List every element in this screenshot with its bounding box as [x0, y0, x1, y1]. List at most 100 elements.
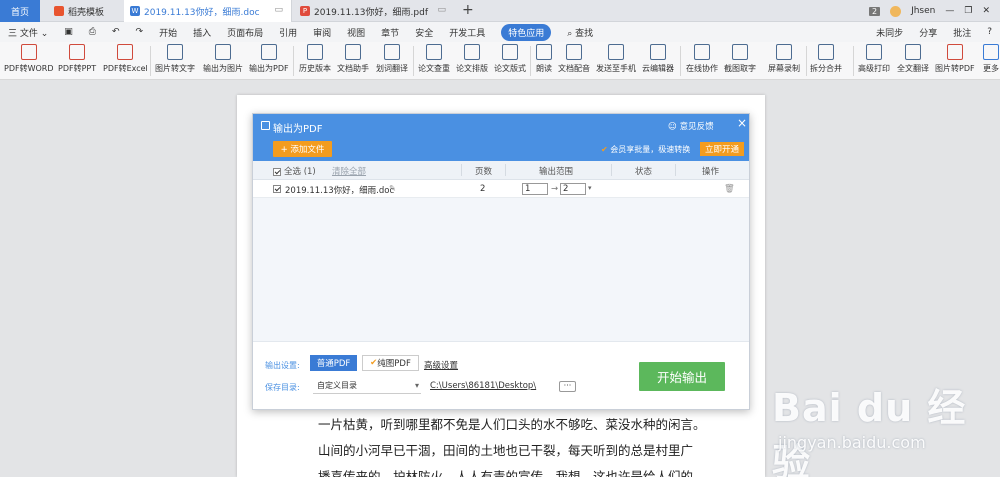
tab-home[interactable]: 首页	[0, 0, 40, 22]
file-table-header: 全选 (1) 清除全部 页数 输出范围 状态 操作	[253, 161, 749, 180]
minimize-icon[interactable]: —	[945, 6, 954, 16]
new-tab-button[interactable]: +	[462, 2, 474, 18]
export-pdf-button[interactable]: 输出为PDF	[249, 44, 289, 74]
menu-view[interactable]: 视图	[347, 26, 365, 39]
online-collab-button[interactable]: 在线协作	[686, 44, 718, 74]
image-to-text-button[interactable]: 图片转文字	[155, 44, 195, 74]
split-merge-button[interactable]: 拆分合并	[810, 44, 842, 74]
browse-button[interactable]: ···	[559, 381, 576, 392]
redo-icon[interactable]: ↷	[136, 27, 144, 37]
more-button[interactable]: 更多	[983, 44, 999, 74]
file-menu[interactable]: 三 文件 ⌄	[8, 26, 48, 39]
range-dropdown-icon[interactable]: ▾	[588, 184, 592, 192]
ribbon-divider	[853, 46, 854, 76]
read-aloud-button[interactable]: 朗读	[536, 44, 552, 74]
menu-layout[interactable]: 页面布局	[227, 26, 263, 39]
clear-all-link[interactable]: 清除全部	[332, 165, 366, 177]
doc-assistant-label: 文档助手	[337, 64, 369, 73]
doc-paragraph-line[interactable]: 一片枯黄，听到哪里都不免是人们口头的水不够吃、菜没水种的闲言。	[318, 414, 706, 433]
menu-reference[interactable]: 引用	[279, 26, 297, 39]
doc-assistant-button[interactable]: 文档助手	[337, 44, 369, 74]
range-from-input[interactable]: 1	[522, 183, 548, 195]
save-dir-label: 保存目录:	[265, 383, 300, 392]
avatar[interactable]	[890, 5, 902, 17]
online-collab-icon	[694, 44, 710, 60]
image-to-pdf-button[interactable]: 图片转PDF	[935, 44, 975, 74]
menu-chapter[interactable]: 章节	[381, 26, 399, 39]
tab-pdf-label: 2019.11.13你好，细雨.pdf	[314, 7, 428, 18]
paper-layout-button[interactable]: 论文排版	[456, 44, 488, 74]
save-dir-select[interactable]: 自定义目录 ▾	[313, 378, 421, 394]
menu-review[interactable]: 审阅	[313, 26, 331, 39]
word-translate-button[interactable]: 划词翻译	[376, 44, 408, 74]
send-to-phone-button[interactable]: 发送至手机	[596, 44, 636, 74]
doc-paragraph-line[interactable]: 播喜传来的，护林防火，人人有责的宣传。我想，这也许是给人们的	[318, 466, 693, 477]
help-icon[interactable]: ?	[987, 27, 992, 37]
cloud-editor-label: 云编辑器	[642, 64, 674, 73]
full-translate-button[interactable]: 全文翻译	[897, 44, 929, 74]
comment-button[interactable]: 批注	[953, 26, 971, 39]
screenshot-ocr-label: 截图取字	[724, 64, 756, 73]
save-icon[interactable]: ▣	[64, 27, 73, 37]
pdf-to-word-button[interactable]: PDF转WORD	[4, 44, 54, 74]
menu-bar: 三 文件 ⌄ ▣ ⎙ ↶ ↷ 开始 插入 页面布局 引用 审阅 视图 章节 安全…	[0, 22, 1000, 42]
tab-doc-close-icon[interactable]: ▭	[274, 5, 283, 15]
export-image-button[interactable]: 输出为图片	[203, 44, 243, 74]
normal-pdf-button[interactable]: 普通PDF	[310, 355, 357, 371]
ribbon-divider	[150, 46, 151, 76]
delete-icon[interactable]: 🗑	[724, 184, 735, 194]
save-path[interactable]: C:\Users\86181\Desktop\	[430, 381, 536, 391]
restore-icon[interactable]: ❐	[964, 6, 972, 16]
history-button[interactable]: 历史版本	[299, 44, 331, 74]
share-button[interactable]: 分享	[919, 26, 937, 39]
menu-devtools[interactable]: 开发工具	[449, 26, 485, 39]
table-row: 2019.11.13你好，细雨.doc ✎ 2 1 → 2 ▾ 🗑	[253, 180, 749, 198]
feedback-link[interactable]: ☺ 意见反馈	[668, 120, 714, 132]
paper-layout-icon	[464, 44, 480, 60]
screen-record-button[interactable]: 屏幕录制	[768, 44, 800, 74]
add-file-button[interactable]: + 添加文件	[273, 141, 332, 157]
paper-format-label: 论文版式	[494, 64, 526, 73]
print-icon[interactable]: ⎙	[89, 27, 96, 37]
window-count-badge[interactable]: 2	[868, 6, 881, 16]
pdf-to-excel-button[interactable]: PDF转Excel	[103, 44, 148, 74]
watermark-logo: Bai du 经验	[772, 386, 967, 477]
column-divider	[461, 164, 462, 176]
history-icon	[307, 44, 323, 60]
dialog-close-button[interactable]: ×	[737, 116, 747, 130]
paper-format-button[interactable]: 论文版式	[494, 44, 526, 74]
screenshot-ocr-button[interactable]: 截图取字	[724, 44, 756, 74]
tab-pdf[interactable]: P 2019.11.13你好，细雨.pdf ▭	[294, 0, 454, 22]
select-all-checkbox[interactable]: 全选 (1)	[273, 165, 316, 177]
pdf-to-ppt-button[interactable]: PDF转PPT	[58, 44, 96, 74]
sync-status[interactable]: 未同步	[876, 26, 903, 39]
pure-image-pdf-button[interactable]: ✔ 纯图PDF	[362, 355, 419, 371]
checkbox-icon	[273, 184, 281, 193]
edit-icon[interactable]: ✎	[389, 184, 396, 194]
pdf-to-word-icon	[20, 44, 37, 60]
advanced-settings-link[interactable]: 高级设置	[424, 359, 458, 371]
export-image-icon	[215, 44, 231, 60]
doc-dubbing-button[interactable]: 文档配音	[558, 44, 590, 74]
tab-template-label: 稻壳模板	[68, 7, 105, 18]
search-icon[interactable]: ⌕ 查找	[567, 26, 593, 39]
menu-security[interactable]: 安全	[415, 26, 433, 39]
tab-template[interactable]: 稻壳模板	[48, 0, 122, 22]
undo-icon[interactable]: ↶	[112, 27, 120, 37]
file-checkbox[interactable]	[273, 184, 284, 194]
doc-paragraph-line[interactable]: 山间的小河早已干涸，田间的土地也已干裂，每天听到的总是村里广	[318, 440, 693, 459]
close-window-icon[interactable]: ✕	[982, 6, 990, 16]
cloud-editor-button[interactable]: 云编辑器	[642, 44, 674, 74]
range-to-input[interactable]: 2	[560, 183, 586, 195]
menu-start[interactable]: 开始	[159, 26, 177, 39]
plagiarism-check-button[interactable]: 论文查重	[418, 44, 450, 74]
tab-doc[interactable]: W 2019.11.13你好，细雨.doc ▭	[124, 0, 292, 22]
paper-layout-label: 论文排版	[456, 64, 488, 73]
tab-pdf-close-icon[interactable]: ▭	[437, 5, 446, 15]
menu-insert[interactable]: 插入	[193, 26, 211, 39]
advanced-print-button[interactable]: 高级打印	[858, 44, 890, 74]
start-export-button[interactable]: 开始输出	[639, 362, 725, 391]
menu-featured[interactable]: 特色应用	[501, 23, 552, 41]
user-name[interactable]: Jhsen	[911, 6, 935, 16]
vip-open-button[interactable]: 立即开通	[700, 142, 744, 156]
